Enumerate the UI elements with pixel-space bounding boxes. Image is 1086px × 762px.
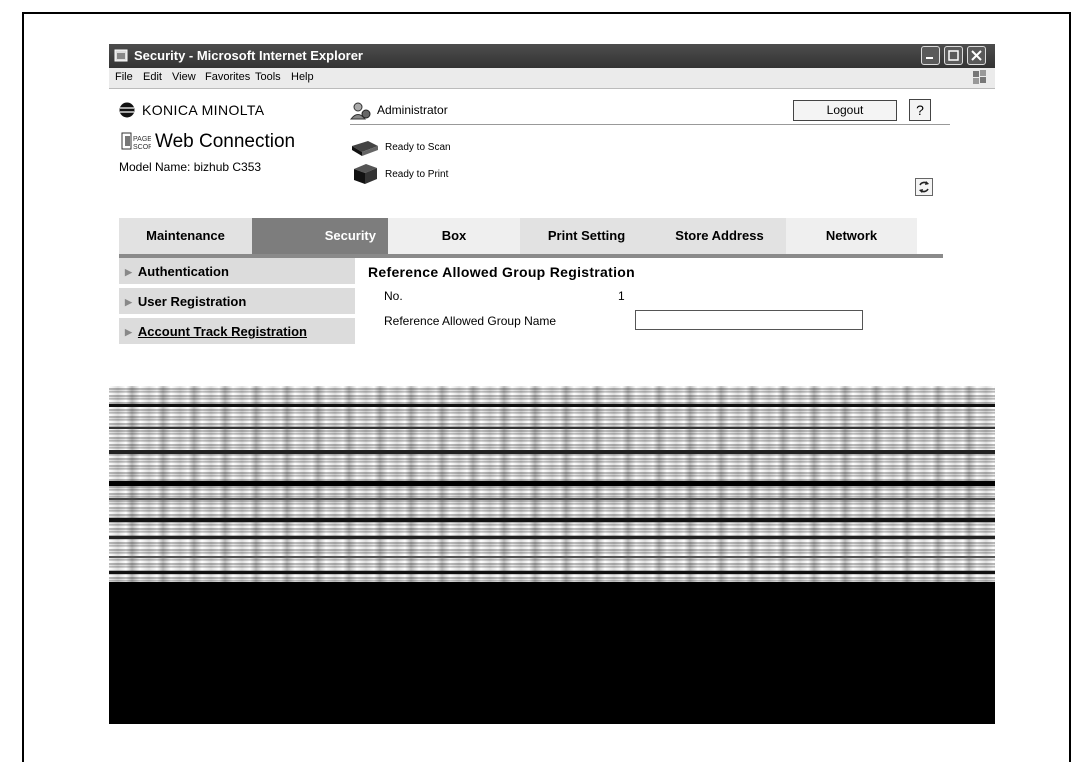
refresh-button[interactable] (915, 178, 933, 196)
sidebar-item-label: User Registration (137, 294, 247, 309)
header-divider (350, 124, 950, 125)
noise-band (109, 404, 995, 407)
scanner-icon (352, 141, 378, 156)
noise-band (109, 498, 995, 500)
menu-edit[interactable]: Edit (143, 71, 162, 83)
menu-view[interactable]: View (172, 71, 196, 83)
tab-store-address[interactable]: Store Address (653, 218, 786, 254)
group-name-label: Reference Allowed Group Name (384, 314, 557, 328)
browser-window: Security - Microsoft Internet Explorer F… (109, 44, 995, 724)
product-name: Web Connection (155, 131, 296, 152)
noise-band (109, 450, 995, 454)
menu-file[interactable]: File (115, 71, 133, 83)
blacked-out-region (109, 582, 995, 724)
tab-print-setting[interactable]: Print Setting (520, 218, 653, 254)
model-name: Model Name: bizhub C353 (119, 160, 262, 174)
group-name-input[interactable] (635, 310, 863, 330)
svg-text:PAGE: PAGE (133, 136, 151, 143)
logout-button[interactable]: Logout (793, 100, 897, 121)
corrupted-region (109, 386, 995, 582)
page-title: Reference Allowed Group Registration (368, 264, 635, 280)
menu-bar: File Edit View Favorites Tools Help (109, 68, 995, 89)
help-button[interactable]: ? (909, 99, 931, 121)
windows-logo-icon (973, 70, 986, 84)
page-content: KONICA MINOLTA PAGE SCOPE Web Connection… (109, 89, 995, 724)
konica-minolta-logo-icon (119, 102, 135, 118)
noise-band (109, 518, 995, 522)
user-role: Administrator (377, 103, 448, 117)
printer-icon (354, 164, 377, 184)
window-title: Security - Microsoft Internet Explorer (134, 48, 363, 63)
sidebar-item-label: Account Track Registration (137, 324, 307, 339)
sidebar-item-label: Authentication (137, 264, 229, 279)
maximize-button[interactable] (944, 46, 963, 65)
print-status: Ready to Print (385, 169, 449, 180)
brand-name: KONICA MINOLTA (142, 102, 265, 118)
noise-band (109, 536, 995, 539)
close-button[interactable] (967, 46, 986, 65)
tab-box[interactable]: Box (388, 218, 520, 254)
noise-band (109, 556, 995, 558)
svg-text:SCOPE: SCOPE (133, 144, 151, 151)
administrator-icon (350, 102, 371, 120)
pagescope-logo-icon: PAGE SCOPE (121, 132, 151, 151)
minimize-button[interactable] (921, 46, 940, 65)
noise-band (109, 571, 995, 574)
ie-icon (114, 49, 128, 62)
sidebar-item-authentication[interactable]: ▶ Authentication (119, 258, 355, 286)
noise-band (109, 481, 995, 486)
sidebar-item-account-track-registration[interactable]: ▶ Account Track Registration (119, 318, 355, 346)
menu-favorites[interactable]: Favorites (205, 71, 250, 83)
menu-tools[interactable]: Tools (255, 71, 281, 83)
tab-security[interactable]: Security (252, 218, 388, 254)
number-label: No. (384, 289, 403, 303)
refresh-icon (919, 181, 929, 193)
triangle-right-icon: ▶ (125, 267, 132, 277)
title-bar: Security - Microsoft Internet Explorer (109, 44, 995, 68)
sidebar-item-user-registration[interactable]: ▶ User Registration (119, 288, 355, 316)
tab-network[interactable]: Network (786, 218, 917, 254)
triangle-right-icon: ▶ (125, 297, 132, 307)
tab-maintenance[interactable]: Maintenance (119, 218, 252, 254)
scan-status: Ready to Scan (385, 142, 451, 153)
menu-help[interactable]: Help (291, 71, 314, 83)
minimize-icon (926, 57, 933, 59)
maximize-icon (948, 50, 959, 61)
number-value: 1 (618, 289, 625, 303)
main-tabs: Maintenance Security Box Print Setting S… (119, 218, 943, 254)
noise-band (109, 427, 995, 429)
close-icon (971, 50, 982, 61)
triangle-right-icon: ▶ (125, 327, 132, 337)
